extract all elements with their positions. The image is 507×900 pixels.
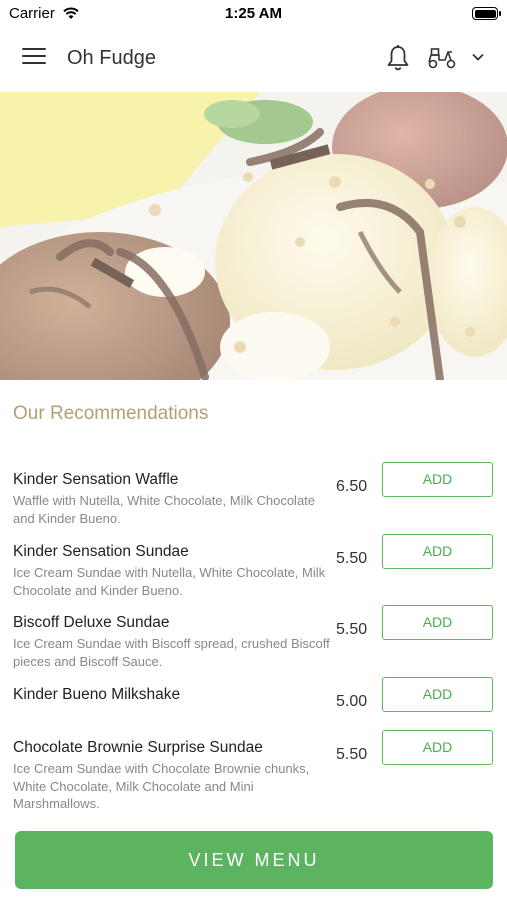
bell-icon[interactable] xyxy=(385,44,411,72)
item-description: Ice Cream Sundae with Chocolate Brownie … xyxy=(13,761,310,811)
page-title: Oh Fudge xyxy=(67,47,156,69)
hero-image xyxy=(0,92,507,380)
item-name: Biscoff Deluxe Sundae xyxy=(13,614,170,631)
view-menu-button[interactable]: VIEW MENU xyxy=(15,831,493,889)
item-name: Kinder Sensation Sundae xyxy=(13,543,189,560)
add-button[interactable]: ADD xyxy=(382,462,493,497)
app-header: Oh Fudge xyxy=(0,28,507,92)
add-button[interactable]: ADD xyxy=(382,677,493,712)
section-title: Our Recommendations xyxy=(13,403,209,424)
item-price: 5.50 xyxy=(336,621,368,638)
item-name: Kinder Sensation Waffle xyxy=(13,471,179,488)
item-name: Chocolate Brownie Surprise Sundae xyxy=(13,739,263,756)
chevron-down-icon[interactable] xyxy=(470,49,486,65)
item-price: 6.50 xyxy=(336,478,368,495)
status-bar: Carrier 1:25 AM xyxy=(0,0,507,28)
clock: 1:25 AM xyxy=(225,5,282,22)
menu-icon[interactable] xyxy=(22,48,46,70)
item-price: 5.50 xyxy=(336,746,368,763)
item-description: Waffle with Nutella, White Chocolate, Mi… xyxy=(13,493,316,526)
battery-icon xyxy=(472,7,501,20)
item-description: Ice Cream Sundae with Nutella, White Cho… xyxy=(13,565,326,598)
item-price: 5.50 xyxy=(336,550,368,567)
add-button[interactable]: ADD xyxy=(382,534,493,569)
item-name: Kinder Bueno Milkshake xyxy=(13,686,181,703)
item-price: 5.00 xyxy=(336,693,368,710)
add-button[interactable]: ADD xyxy=(382,605,493,640)
item-description: Ice Cream Sundae with Biscoff spread, cr… xyxy=(13,636,330,669)
scooter-icon[interactable] xyxy=(427,46,457,70)
ice-cream-illustration xyxy=(0,92,507,380)
add-button[interactable]: ADD xyxy=(382,730,493,765)
